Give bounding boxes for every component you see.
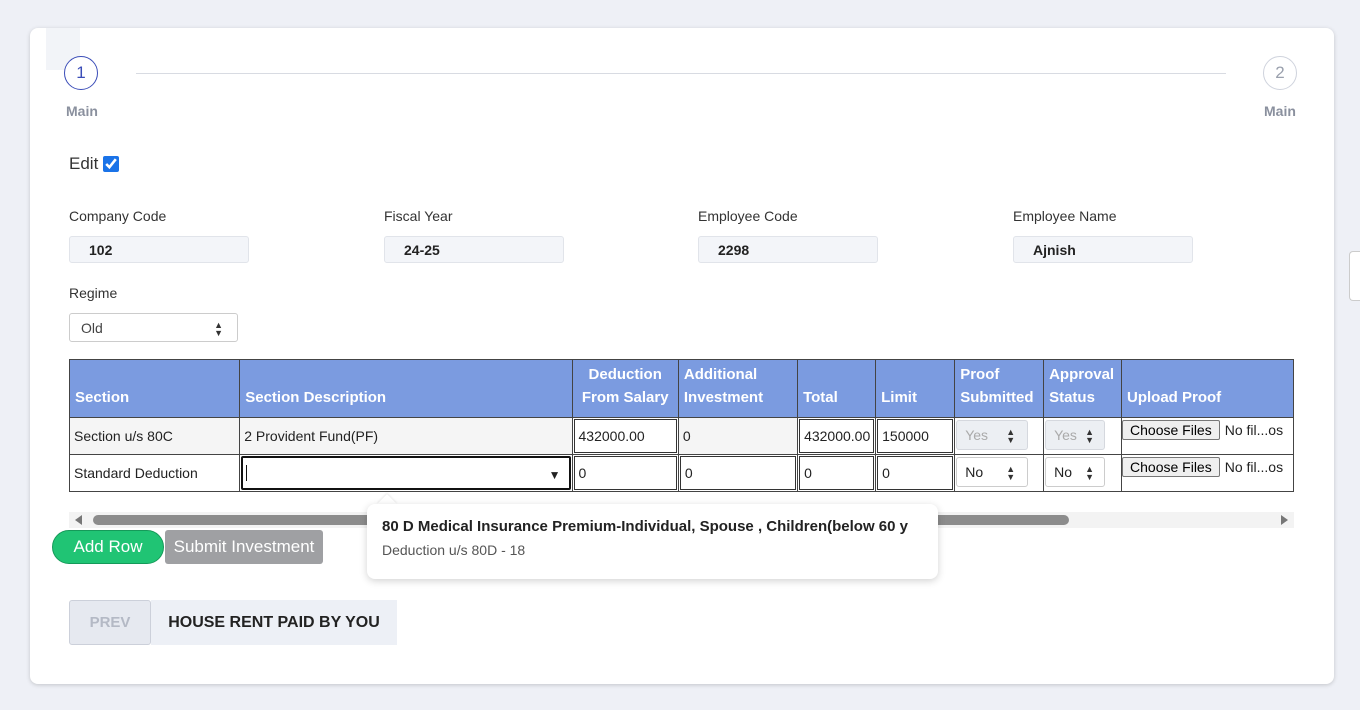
additional-investment-input[interactable]: 0 [679, 456, 797, 490]
dropdown-option[interactable]: 80 D Medical Insurance Premium-Individua… [382, 518, 923, 558]
upload-status: No fil...os [1224, 459, 1284, 475]
select-updown-icon: ▲ ▼ [1006, 427, 1016, 445]
limit-input[interactable]: 150000 [877, 419, 954, 453]
section-description-select[interactable]: ▼ [241, 456, 571, 490]
cell-deduction[interactable]: 0 [571, 454, 679, 492]
cell-approval-status: Yes ▲ ▼ [1043, 417, 1123, 455]
cell-limit[interactable]: 0 [875, 454, 956, 492]
upload-proof-control[interactable]: Choose Files No fil...os [1122, 457, 1283, 477]
employee-code-label: Employee Code [698, 208, 798, 224]
approval-status-value: No [1054, 464, 1072, 480]
header-additional-investment: Additional Investment [677, 359, 799, 418]
cell-proof-submitted: Yes ▲ ▼ [954, 417, 1045, 455]
cell-section: Section u/s 80C [69, 417, 241, 455]
submit-investment-button[interactable]: Submit Investment [165, 530, 323, 564]
next-step-button[interactable]: HOUSE RENT PAID BY YOU [151, 600, 397, 645]
dropdown-arrow-icon[interactable]: ▼ [549, 468, 561, 482]
choose-files-button[interactable]: Choose Files [1122, 457, 1220, 477]
scroll-left-arrow-icon[interactable] [75, 515, 82, 525]
step-1-label: Main [66, 103, 98, 119]
header-limit: Limit [875, 359, 956, 418]
limit-input[interactable]: 0 [877, 456, 954, 490]
edit-checkbox[interactable] [103, 156, 120, 172]
regime-value: Old [81, 319, 103, 336]
select-updown-icon: ▲ ▼ [1085, 464, 1095, 482]
investment-table-wrap: Section Section Description Deduction Fr… [69, 359, 1294, 495]
choose-files-button[interactable]: Choose Files [1122, 420, 1220, 440]
employee-name-label: Employee Name [1013, 208, 1117, 224]
header-approval-status: Approval Status [1043, 359, 1123, 418]
dropdown-option-subtitle: Deduction u/s 80D - 18 [382, 542, 526, 558]
upload-proof-control[interactable]: Choose Files No fil...os [1122, 420, 1283, 440]
proof-submitted-value: No [965, 464, 984, 480]
cell-total[interactable]: 432000.00 [797, 417, 877, 455]
proof-submitted-value: Yes [965, 427, 989, 443]
approval-status-select[interactable]: No ▲ ▼ [1045, 457, 1106, 487]
cell-section-description[interactable]: ▼ [239, 454, 573, 492]
table-row: Section u/s 80C 2 Provident Fund(PF) 432… [69, 417, 1294, 455]
stepper-line [136, 73, 1226, 74]
cell-proof-submitted: No ▲ ▼ [954, 454, 1045, 492]
cell-limit[interactable]: 150000 [875, 417, 956, 455]
step-1-circle[interactable]: 1 [64, 56, 98, 90]
cell-section-description[interactable]: 2 Provident Fund(PF) [239, 417, 573, 455]
section-description-dropdown: 80 D Medical Insurance Premium-Individua… [367, 504, 938, 579]
header-deduction-from-salary: Deduction From Salary [571, 359, 679, 418]
deduction-input[interactable]: 432000.00 [573, 419, 677, 453]
regime-select[interactable]: Old ▲ ▼ [69, 313, 238, 342]
header-proof-submitted: Proof Submitted [954, 359, 1045, 418]
cell-additional-investment[interactable]: 0 [677, 454, 799, 492]
proof-submitted-select[interactable]: No ▲ ▼ [956, 457, 1029, 487]
deduction-input[interactable]: 0 [573, 456, 677, 490]
cell-deduction[interactable]: 432000.00 [571, 417, 679, 455]
employee-name-field[interactable]: Ajnish [1013, 236, 1193, 263]
step-2-label: Main [1264, 103, 1296, 119]
cell-approval-status: No ▲ ▼ [1043, 454, 1123, 492]
text-caret [246, 465, 248, 481]
select-updown-icon: ▲ ▼ [1085, 427, 1095, 445]
select-updown-icon: ▲ ▼ [1006, 464, 1016, 482]
fiscal-year-label: Fiscal Year [384, 208, 453, 224]
step-2-circle[interactable]: 2 [1263, 56, 1297, 90]
approval-status-value: Yes [1054, 427, 1077, 443]
total-input[interactable]: 0 [799, 456, 875, 490]
form-card [30, 28, 1334, 684]
table-row: Standard Deduction ▼ 0 0 0 0 No ▲ ▼ No ▲… [69, 454, 1294, 492]
step-navigation: PREV HOUSE RENT PAID BY YOU [69, 600, 397, 645]
cell-upload-proof: Choose Files No fil...os [1121, 417, 1294, 455]
edit-toggle: Edit [69, 154, 120, 174]
add-row-button[interactable]: Add Row [52, 530, 164, 564]
company-code-field[interactable]: 102 [69, 236, 249, 263]
cell-total[interactable]: 0 [797, 454, 877, 492]
dropdown-option-title: 80 D Medical Insurance Premium-Individua… [382, 518, 908, 535]
prev-button[interactable]: PREV [69, 600, 151, 645]
header-upload-proof: Upload Proof [1121, 359, 1294, 418]
cell-upload-proof: Choose Files No fil...os [1121, 454, 1294, 492]
company-code-label: Company Code [69, 208, 167, 224]
total-input[interactable]: 432000.00 [799, 419, 875, 453]
upload-status: No fil...os [1224, 422, 1284, 438]
side-panel-tab[interactable] [1349, 251, 1360, 301]
employee-code-field[interactable]: 2298 [698, 236, 878, 263]
cell-additional-investment[interactable]: 0 [677, 417, 799, 455]
select-updown-icon: ▲ ▼ [214, 320, 223, 338]
cell-section: Standard Deduction [69, 454, 241, 492]
proof-submitted-select[interactable]: Yes ▲ ▼ [956, 420, 1029, 450]
header-section: Section [69, 359, 241, 418]
header-total: Total [797, 359, 877, 418]
approval-status-select[interactable]: Yes ▲ ▼ [1045, 420, 1106, 450]
edit-label: Edit [69, 154, 99, 173]
regime-label: Regime [69, 285, 118, 301]
header-section-description: Section Description [239, 359, 573, 418]
investment-table: Section Section Description Deduction Fr… [69, 359, 1294, 492]
scroll-right-arrow-icon[interactable] [1281, 515, 1288, 525]
fiscal-year-field[interactable]: 24-25 [384, 236, 564, 263]
